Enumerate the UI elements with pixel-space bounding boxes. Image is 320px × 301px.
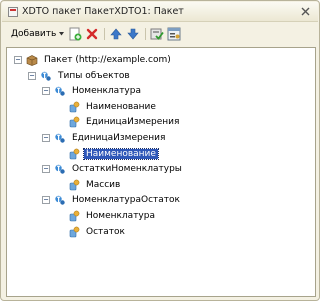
close-button[interactable] bbox=[299, 5, 312, 18]
move-down-button[interactable] bbox=[125, 26, 141, 42]
dropdown-arrow-icon bbox=[59, 32, 65, 36]
tree-node-label: Типы объектов bbox=[58, 70, 130, 81]
type-icon bbox=[54, 85, 66, 97]
property-icon bbox=[68, 148, 80, 160]
collapse-toggle[interactable]: − bbox=[14, 56, 22, 64]
toolbar: Добавить bbox=[5, 23, 315, 45]
tree-node-label: ЕдиницаИзмерения bbox=[86, 117, 180, 128]
toolbar-separator bbox=[104, 28, 105, 40]
window-title: XDTO пакет ПакетXDTO1: Пакет bbox=[22, 6, 184, 17]
check-icon bbox=[150, 28, 164, 40]
property-icon bbox=[68, 101, 80, 113]
tree-node[interactable]: − Номенклатура bbox=[42, 84, 143, 98]
tree-node-label: Пакет (http://example.com) bbox=[44, 55, 171, 65]
collapse-toggle[interactable]: − bbox=[42, 196, 50, 205]
tree-node-label: Остаток bbox=[86, 226, 125, 237]
tree-node[interactable]: Наименование bbox=[68, 100, 158, 114]
window-icon bbox=[8, 7, 18, 17]
property-icon bbox=[68, 226, 80, 238]
tree-node[interactable]: Остаток bbox=[68, 225, 127, 239]
tree-node-label: Номенклатура bbox=[86, 211, 155, 221]
tree-node-label: НоменклатураОстаток bbox=[72, 195, 180, 206]
type-icon bbox=[54, 163, 66, 175]
package-icon bbox=[26, 54, 38, 66]
type-icon bbox=[54, 194, 66, 206]
property-icon bbox=[68, 179, 80, 191]
add-menu-button[interactable]: Добавить bbox=[11, 27, 65, 41]
tree-node[interactable]: − ОстаткиНоменклатуры bbox=[42, 162, 184, 176]
title-bar[interactable]: XDTO пакет ПакетXDTO1: Пакет bbox=[2, 2, 318, 22]
property-icon bbox=[68, 210, 80, 222]
collapse-toggle[interactable]: − bbox=[28, 71, 36, 80]
tree-node-label: Наименование bbox=[86, 101, 156, 112]
add-button[interactable] bbox=[67, 26, 83, 42]
property-icon bbox=[68, 116, 80, 128]
tree-node[interactable]: ЕдиницаИзмерения bbox=[68, 115, 181, 129]
xdto-package-window: XDTO пакет ПакетXDTO1: Пакет Добавить − … bbox=[0, 0, 320, 301]
tree-node[interactable]: − НоменклатураОстаток bbox=[42, 193, 182, 207]
settings-button[interactable] bbox=[166, 26, 182, 42]
toolbar-separator bbox=[145, 28, 146, 40]
settings-icon bbox=[167, 27, 181, 41]
check-button[interactable] bbox=[149, 26, 165, 42]
package-tree[interactable]: − Пакет (http://example.com) − Типы объекто… bbox=[6, 47, 316, 297]
close-icon bbox=[301, 7, 310, 16]
tree-node[interactable]: − ЕдиницаИзмерения bbox=[42, 131, 167, 145]
move-up-button[interactable] bbox=[108, 26, 124, 42]
tree-node-label: Наименование bbox=[83, 147, 159, 160]
tree-node-label: ЕдиницаИзмерения bbox=[72, 133, 166, 143]
tree-node-label: Массив bbox=[86, 179, 121, 190]
collapse-toggle[interactable]: − bbox=[42, 165, 50, 174]
collapse-toggle[interactable]: − bbox=[42, 87, 50, 96]
add-icon bbox=[69, 27, 82, 41]
delete-button[interactable] bbox=[84, 26, 100, 42]
tree-node-label: ОстаткиНоменклатуры bbox=[72, 164, 182, 175]
tree-node-label: Номенклатура bbox=[72, 86, 141, 97]
type-icon bbox=[40, 70, 52, 82]
type-icon bbox=[54, 132, 66, 144]
add-menu-label: Добавить bbox=[11, 29, 57, 39]
tree-node[interactable]: − Типы объектов bbox=[28, 69, 132, 83]
tree-node[interactable]: Наименование bbox=[68, 147, 159, 161]
collapse-toggle[interactable]: − bbox=[42, 134, 50, 142]
move-down-icon bbox=[127, 28, 139, 40]
tree-node[interactable]: − Пакет (http://example.com) bbox=[14, 53, 173, 67]
move-up-icon bbox=[110, 28, 122, 40]
tree-node[interactable]: Номенклатура bbox=[68, 209, 157, 223]
tree-node[interactable]: Массив bbox=[68, 178, 122, 192]
delete-icon bbox=[86, 28, 98, 40]
